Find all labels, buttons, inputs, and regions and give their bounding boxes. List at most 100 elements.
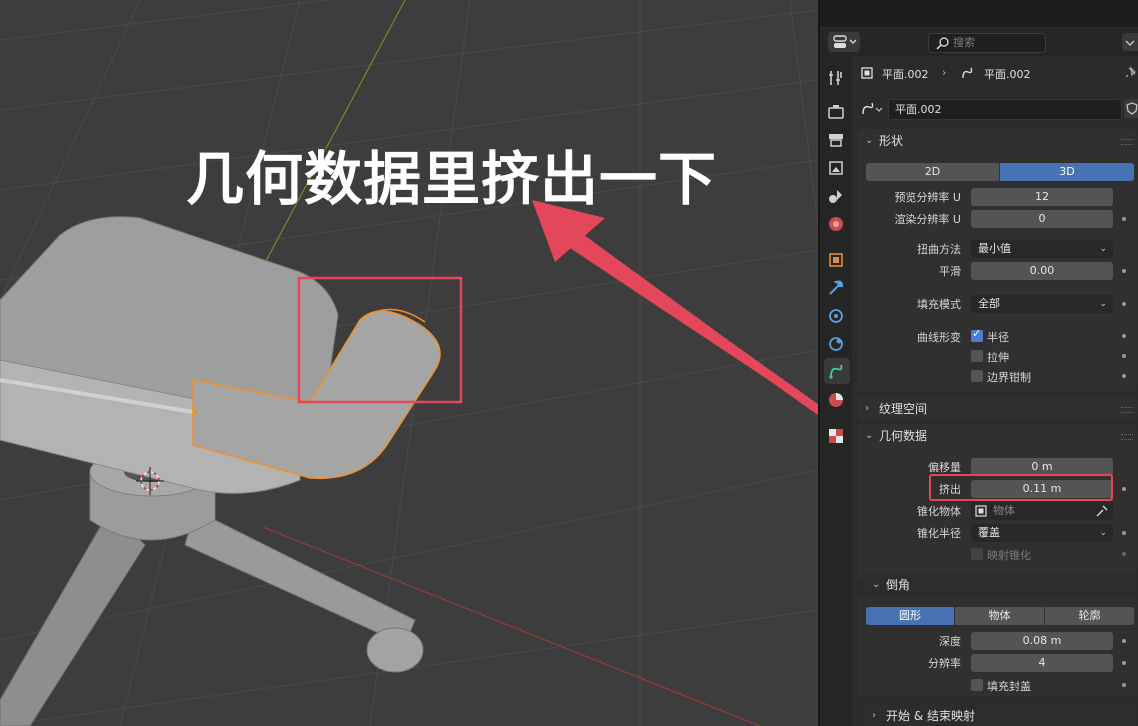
annotation-title: 几何数据里挤出一下 [186, 145, 718, 213]
check-icon: ✓ [972, 327, 982, 340]
datablock-name: 平面.002 [895, 103, 942, 116]
start-end-mapping-header[interactable]: › 开始 & 结束映射 [864, 704, 1137, 726]
keyframe-dot[interactable] [1122, 661, 1126, 665]
scene-tab-icon[interactable] [826, 186, 846, 206]
shape-panel-header[interactable]: ⌄ 形状 [857, 129, 1137, 153]
annotation-arrow [532, 200, 818, 416]
dimension-2d-button[interactable]: 2D [866, 163, 999, 181]
bevel-depth-field[interactable]: 0.08 m [971, 632, 1113, 650]
particles-tab-icon[interactable] [826, 306, 846, 326]
twist-method-dropdown[interactable]: 最小值 ⌄ [971, 240, 1113, 258]
datablock-browse-icon[interactable] [860, 100, 884, 118]
start-end-mapping-title: 开始 & 结束映射 [886, 709, 975, 723]
map-taper-checkbox[interactable] [971, 548, 983, 560]
keyframe-dot[interactable] [1122, 531, 1126, 535]
smooth-label: 平滑 [939, 265, 961, 278]
outliner-bottom-strip [820, 0, 1138, 27]
x-axis-line [262, 526, 761, 726]
material-tab-icon[interactable] [826, 390, 846, 410]
bounds-clamp-label: 边界钳制 [987, 371, 1031, 384]
keyframe-dot[interactable] [1122, 683, 1126, 687]
datablock-name-field[interactable]: 平面.002 [888, 99, 1122, 120]
render-resolution-field[interactable]: 0 [971, 210, 1113, 228]
chevron-right-icon: › [872, 710, 876, 721]
preview-resolution-label: 预览分辨率 U [894, 191, 961, 204]
keyframe-dot[interactable] [1122, 302, 1126, 306]
bevel-panel-header[interactable]: ⌄ 倒角 [864, 573, 1137, 597]
chevron-down-icon: ⌄ [1099, 299, 1107, 309]
bevel-profile-button[interactable]: 轮廓 [1045, 607, 1134, 625]
keyframe-dot[interactable] [1122, 334, 1126, 338]
texture-space-title: 纹理空间 [879, 402, 928, 416]
fake-user-button[interactable] [1124, 99, 1138, 118]
drag-grip-icon[interactable] [1121, 434, 1133, 440]
taper-object-field[interactable]: 物体 [971, 502, 1113, 520]
offset-label: 偏移量 [928, 461, 961, 474]
curve-data-icon [962, 67, 973, 79]
bevel-resolution-field[interactable]: 4 [971, 654, 1113, 672]
object-icon [861, 67, 873, 79]
object-tab-icon[interactable] [826, 250, 846, 270]
keyframe-dot[interactable] [1122, 374, 1126, 378]
shape-panel-body: 2D 3D 预览分辨率 U 12 渲染分辨率 U 0 扭曲方法 最小值 ⌄ 平滑 … [857, 153, 1137, 391]
stretch-checkbox[interactable] [971, 350, 983, 362]
texture-tab-icon[interactable] [826, 426, 846, 446]
search-input[interactable]: 搜索 [928, 33, 1046, 53]
panel-options-button[interactable] [1122, 33, 1138, 51]
object-icon [975, 505, 987, 517]
pin-icon[interactable] [1124, 65, 1138, 79]
curve-data-tab-icon[interactable] [827, 361, 847, 381]
properties-content: 平面.002 › 平面.002 平面.002 ⌄ 形状 2D 3D 预览分辨率 … [856, 56, 1138, 726]
chevron-down-icon: ⌄ [1099, 528, 1107, 538]
taper-object-label: 锥化物体 [917, 505, 961, 518]
breadcrumb-data: 平面.002 [984, 68, 1031, 81]
drag-grip-icon[interactable] [1121, 139, 1133, 145]
view-layer-tab-icon[interactable] [826, 158, 846, 178]
smooth-field[interactable]: 0.00 [971, 262, 1113, 280]
texture-space-panel-header[interactable]: › 纹理空间 [857, 397, 1137, 421]
keyframe-dot[interactable] [1122, 487, 1126, 491]
breadcrumb-object: 平面.002 [882, 68, 929, 81]
editor-type-button[interactable] [828, 32, 860, 52]
3d-viewport[interactable]: 几何数据里挤出一下 [0, 0, 818, 726]
keyframe-dot[interactable] [1122, 639, 1126, 643]
keyframe-dot[interactable] [1122, 269, 1126, 273]
extrude-highlight-box [929, 474, 1113, 501]
modifier-tab-icon[interactable] [826, 278, 846, 298]
fill-caps-label: 填充封盖 [987, 680, 1031, 693]
output-tab-icon[interactable] [826, 130, 846, 150]
radius-label: 半径 [987, 331, 1009, 344]
geometry-panel-body: 偏移量 0 m 挤出 0.11 m 锥化物体 物体 锥化半径 覆盖 ⌄ 映射锥化 [857, 448, 1137, 578]
bevel-object-button[interactable]: 物体 [955, 607, 1044, 625]
fill-mode-dropdown[interactable]: 全部 ⌄ [971, 295, 1113, 313]
chevron-down-icon [1125, 40, 1135, 46]
geometry-panel-header[interactable]: ⌄ 几何数据 [857, 424, 1137, 448]
physics-tab-icon[interactable] [826, 334, 846, 354]
bevel-round-button[interactable]: 圆形 [866, 607, 954, 625]
preview-resolution-field[interactable]: 12 [971, 188, 1113, 206]
viewport-scene [0, 0, 818, 726]
properties-editor: 搜索 平面.002 › 平面.002 平面.002 ⌄ 形状 2D 3D 预览分… [820, 0, 1138, 726]
radius-checkbox[interactable]: ✓ [971, 327, 983, 342]
bevel-resolution-label: 分辨率 [928, 657, 961, 670]
taper-radius-dropdown[interactable]: 覆盖 ⌄ [971, 524, 1113, 542]
eyedropper-icon[interactable] [1095, 504, 1109, 518]
keyframe-dot[interactable] [1122, 354, 1126, 358]
tool-tab-icon[interactable] [826, 68, 846, 88]
chevron-down-icon: ⌄ [1099, 244, 1107, 254]
dimension-3d-button[interactable]: 3D [1000, 163, 1134, 181]
keyframe-dot[interactable] [1122, 552, 1126, 556]
bounds-clamp-checkbox[interactable] [971, 370, 983, 382]
drag-grip-icon[interactable] [1121, 407, 1133, 413]
fill-caps-checkbox[interactable] [971, 679, 983, 691]
shape-panel-title: 形状 [879, 134, 904, 148]
properties-header: 搜索 [820, 28, 1138, 56]
taper-object-placeholder: 物体 [993, 504, 1015, 517]
twist-method-label: 扭曲方法 [917, 243, 961, 256]
taper-radius-label: 锥化半径 [917, 527, 961, 540]
shield-icon [1126, 102, 1138, 115]
properties-tabs [820, 56, 852, 726]
render-tab-icon[interactable] [826, 102, 846, 122]
world-tab-icon[interactable] [826, 214, 846, 234]
keyframe-dot[interactable] [1122, 217, 1126, 221]
